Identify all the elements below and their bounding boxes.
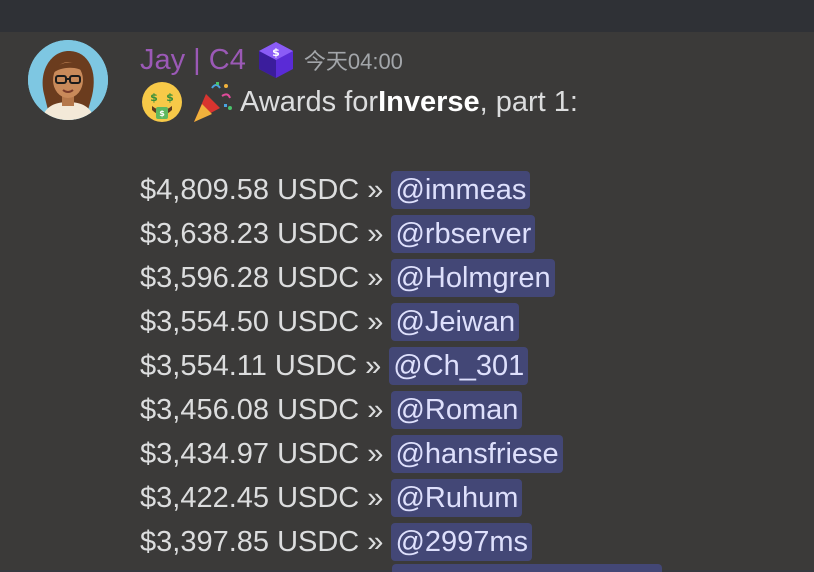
award-row: $3,434.97 USDC » @hansfriese <box>140 432 800 476</box>
user-mention[interactable]: @hansfriese <box>391 435 563 473</box>
channel-top-bar <box>0 0 814 32</box>
avatar-illustration <box>28 40 108 120</box>
user-mention[interactable]: @Ruhum <box>391 479 523 517</box>
message-intro: $ $ $ Awards for Inverse, part 1: <box>140 80 578 124</box>
chat-message: Jay | C4 $ 今天04:00 $ $ $ Awards for Inve… <box>0 32 814 572</box>
timestamp: 今天04:00 <box>303 49 403 74</box>
award-row: $3,397.85 USDC » @2997ms <box>140 520 800 564</box>
svg-text:$: $ <box>150 91 158 104</box>
user-mention[interactable]: @Ch_301 <box>389 347 529 385</box>
svg-text:$: $ <box>166 91 174 104</box>
code4rena-badge-icon[interactable]: $ <box>256 40 296 80</box>
award-amount: $4,809.58 USDC » <box>140 173 384 206</box>
award-row: $3,456.08 USDC » @Roman <box>140 388 800 432</box>
intro-text-after: , part 1: <box>479 85 578 118</box>
user-mention[interactable]: @rbserver <box>391 215 536 253</box>
award-row: $3,422.45 USDC » @Ruhum <box>140 476 800 520</box>
user-mention[interactable]: @Holmgren <box>391 259 555 297</box>
party-popper-icon <box>194 82 232 122</box>
award-row: $3,596.28 USDC » @Holmgren <box>140 256 800 300</box>
award-amount: $3,554.50 USDC » <box>140 305 384 338</box>
award-amount: $3,638.23 USDC » <box>140 217 384 250</box>
avatar[interactable] <box>28 40 108 120</box>
award-row: $3,554.11 USDC » @Ch_301 <box>140 344 800 388</box>
cut-off-user-mention[interactable] <box>392 564 662 572</box>
intro-bold-project: Inverse <box>378 85 480 118</box>
award-amount: $3,596.28 USDC » <box>140 261 384 294</box>
username[interactable]: Jay | C4 <box>140 42 246 78</box>
svg-text:$: $ <box>272 46 280 59</box>
award-row: $4,809.58 USDC » @immeas <box>140 168 800 212</box>
user-mention[interactable]: @immeas <box>391 171 531 209</box>
award-row: $3,554.50 USDC » @Jeiwan <box>140 300 800 344</box>
intro-text-before: Awards for <box>240 85 379 118</box>
money-mouth-face-icon: $ $ $ <box>142 82 182 122</box>
message-header: Jay | C4 $ 今天04:00 <box>140 40 403 80</box>
award-amount: $3,422.45 USDC » <box>140 481 384 514</box>
award-amount: $3,434.97 USDC » <box>140 437 384 470</box>
award-amount: $3,554.11 USDC » <box>140 349 382 382</box>
awards-list: $4,809.58 USDC » @immeas $3,638.23 USDC … <box>140 168 800 564</box>
award-amount: $3,397.85 USDC » <box>140 525 384 558</box>
award-row: $3,638.23 USDC » @rbserver <box>140 212 800 256</box>
user-mention[interactable]: @Jeiwan <box>391 303 520 341</box>
award-amount: $3,456.08 USDC » <box>140 393 384 426</box>
user-mention[interactable]: @Roman <box>391 391 523 429</box>
svg-text:$: $ <box>159 109 165 118</box>
user-mention[interactable]: @2997ms <box>391 523 533 561</box>
